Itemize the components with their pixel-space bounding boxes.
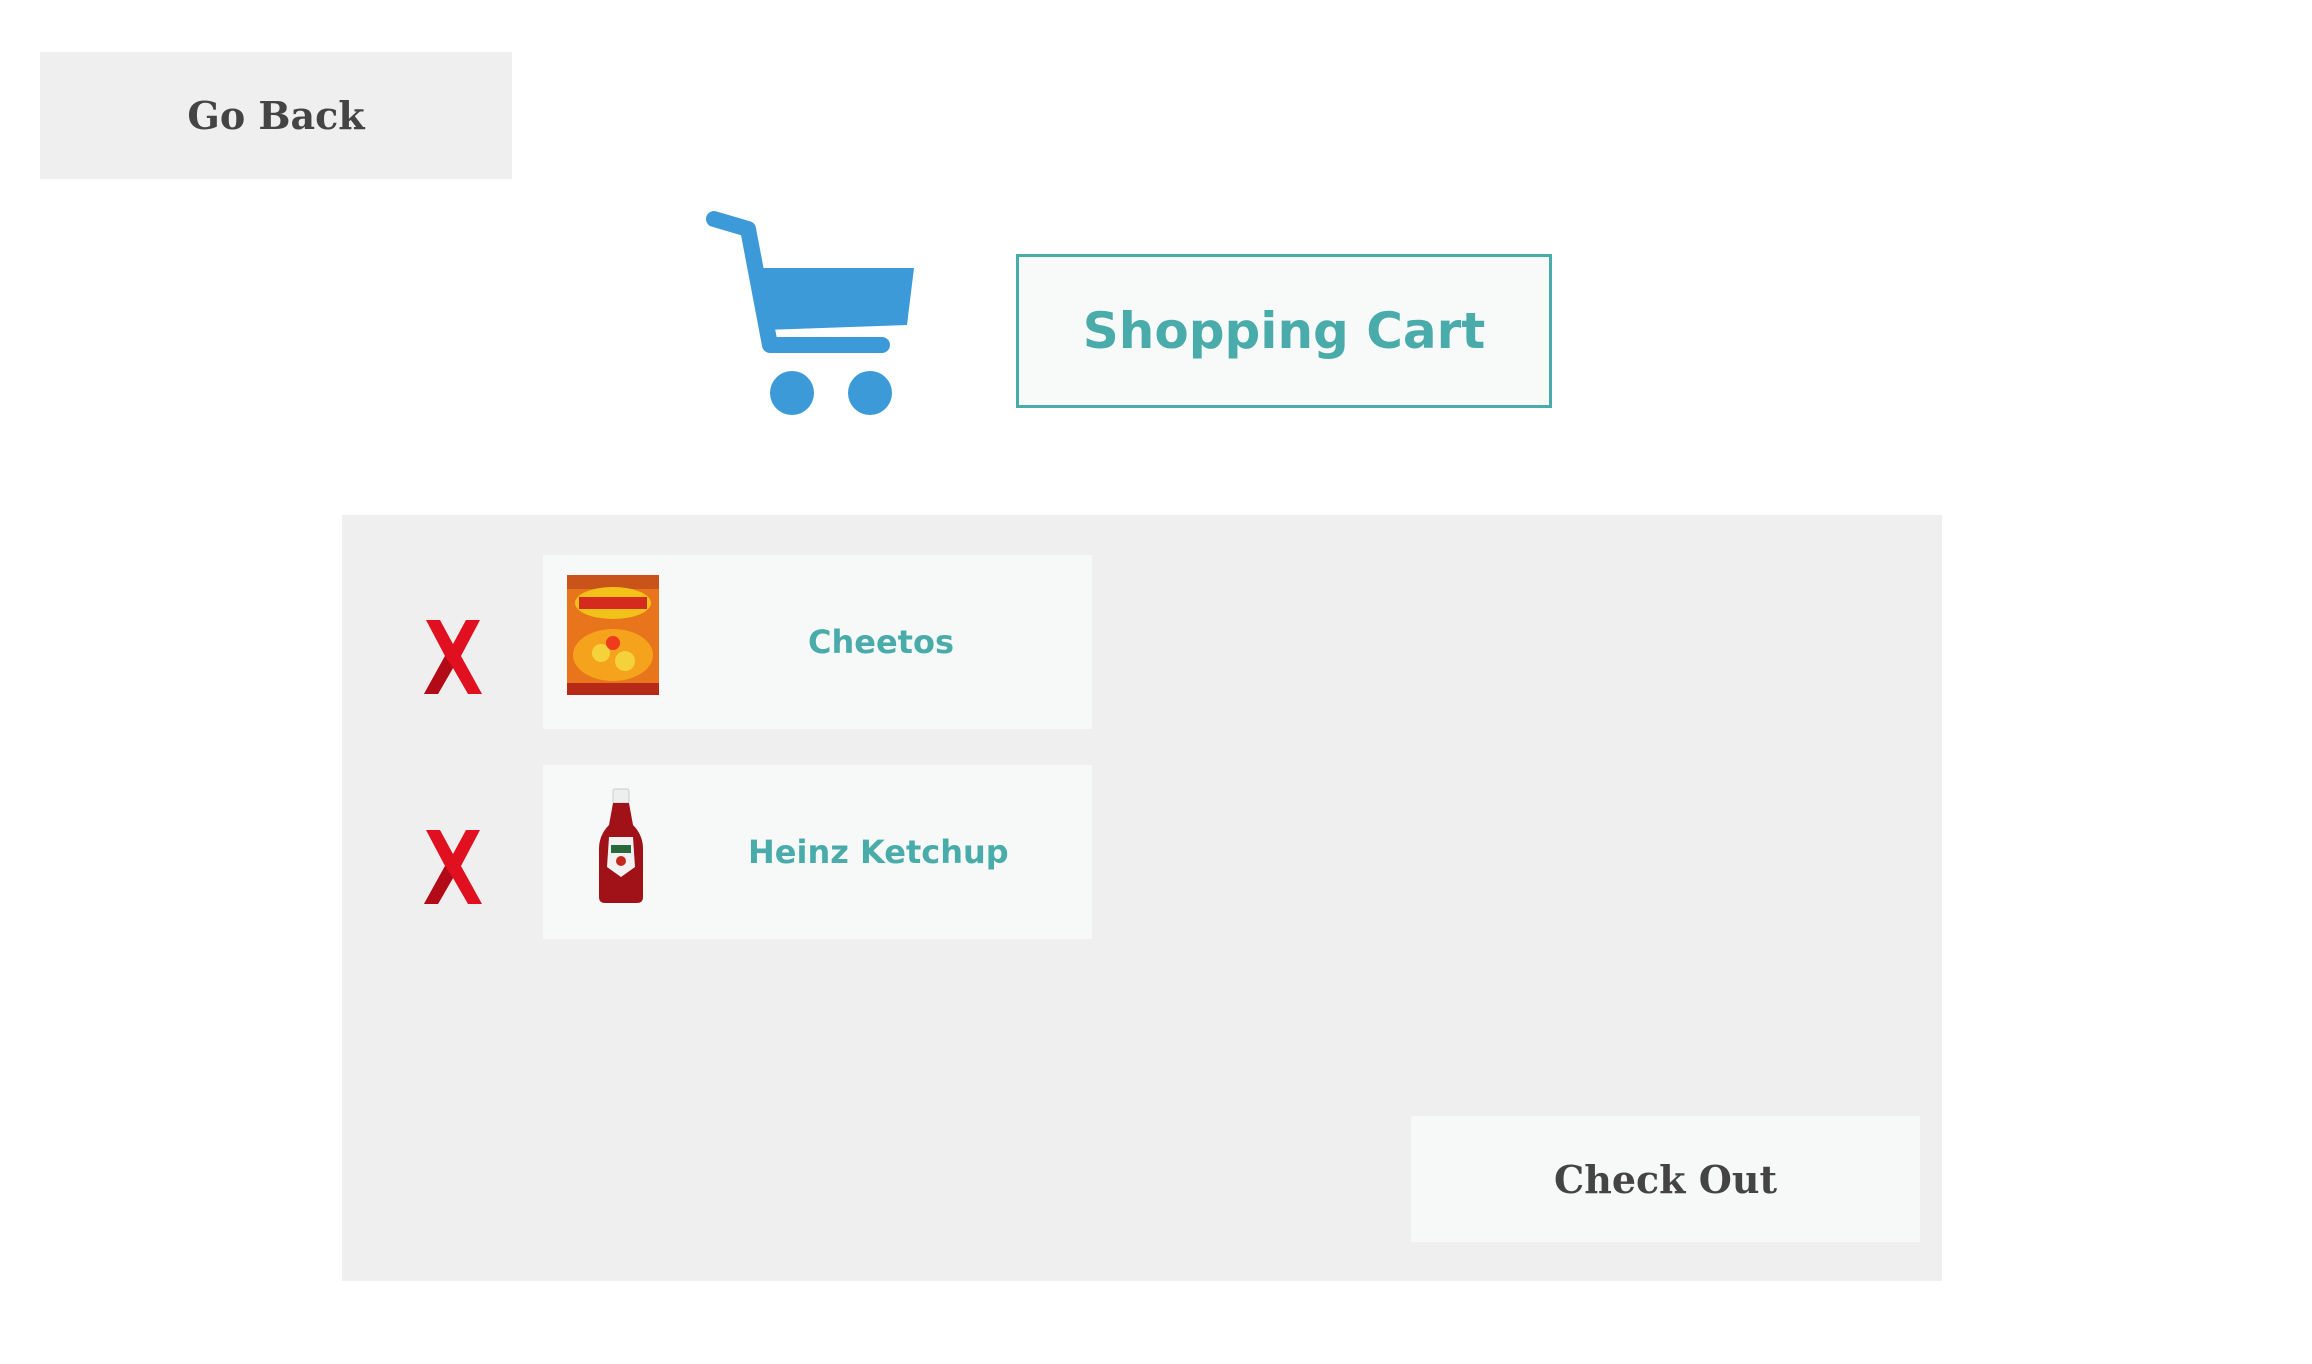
cheetos-bag-image [567,575,659,695]
checkout-button[interactable]: Check Out [1411,1116,1920,1242]
page-title: Shopping Cart [1016,254,1552,408]
item-name: Heinz Ketchup [748,833,1009,871]
remove-item-icon[interactable] [420,826,486,906]
item-name: Cheetos [808,623,954,661]
shopping-cart-icon [706,211,914,415]
go-back-button[interactable]: Go Back [40,52,512,179]
cart-item: Cheetos [543,555,1092,729]
cart-item: Heinz Ketchup [543,765,1092,939]
cart-panel: Cheetos Heinz Ketchup Check Out [342,515,1942,1281]
ketchup-bottle-image [599,788,643,903]
remove-item-icon[interactable] [420,616,486,696]
